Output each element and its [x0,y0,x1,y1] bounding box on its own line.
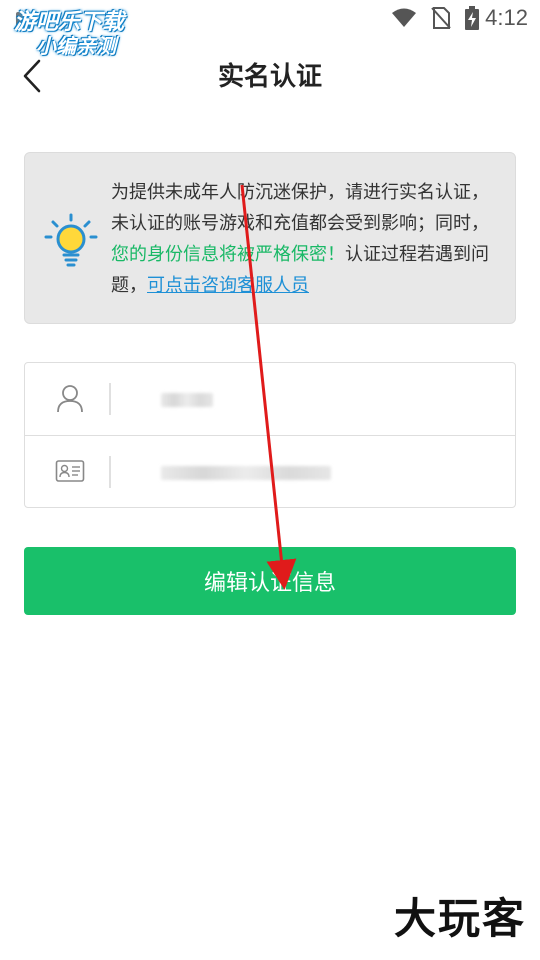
no-sim-icon [431,7,451,29]
status-time: 4:12 [485,5,528,30]
wifi-icon [392,8,417,27]
notice-box: 为提供未成年人防沉迷保护，请进行实名认证，未认证的账号游戏和充值都会受到影响；同… [24,152,516,324]
battery-charging-icon [465,6,480,30]
row-divider [109,456,111,488]
notice-text: 为提供未成年人防沉迷保护，请进行实名认证，未认证的账号游戏和充值都会受到影响；同… [111,177,491,301]
page-title: 实名认证 [217,62,322,92]
notice-text-before: 为提供未成年人防沉迷保护，请进行实名认证，未认证的账号游戏和充值都会受到影响；同… [111,182,489,234]
watermark-bottom: 大玩客 [393,894,526,943]
status-icons [391,6,480,30]
id-blur-mask [161,466,331,480]
notice-text-highlight: 您的身份信息将被严格保密！ [111,244,345,265]
watermark-top-line1: 游吧乐下载 [14,10,125,35]
user-icon [57,385,83,413]
edit-verification-button[interactable]: 编辑认证信息 [24,547,516,615]
id-card-icon [55,460,85,482]
row-divider [109,383,111,415]
nav-bar: 实名认证 [0,44,540,108]
lightbulb-icon [44,213,98,267]
verification-form [24,362,516,508]
id-field-row [25,436,515,508]
name-field-row [25,363,515,436]
customer-service-link[interactable]: 可点击咨询客服人员 [147,275,309,296]
name-blur-mask [161,393,213,407]
